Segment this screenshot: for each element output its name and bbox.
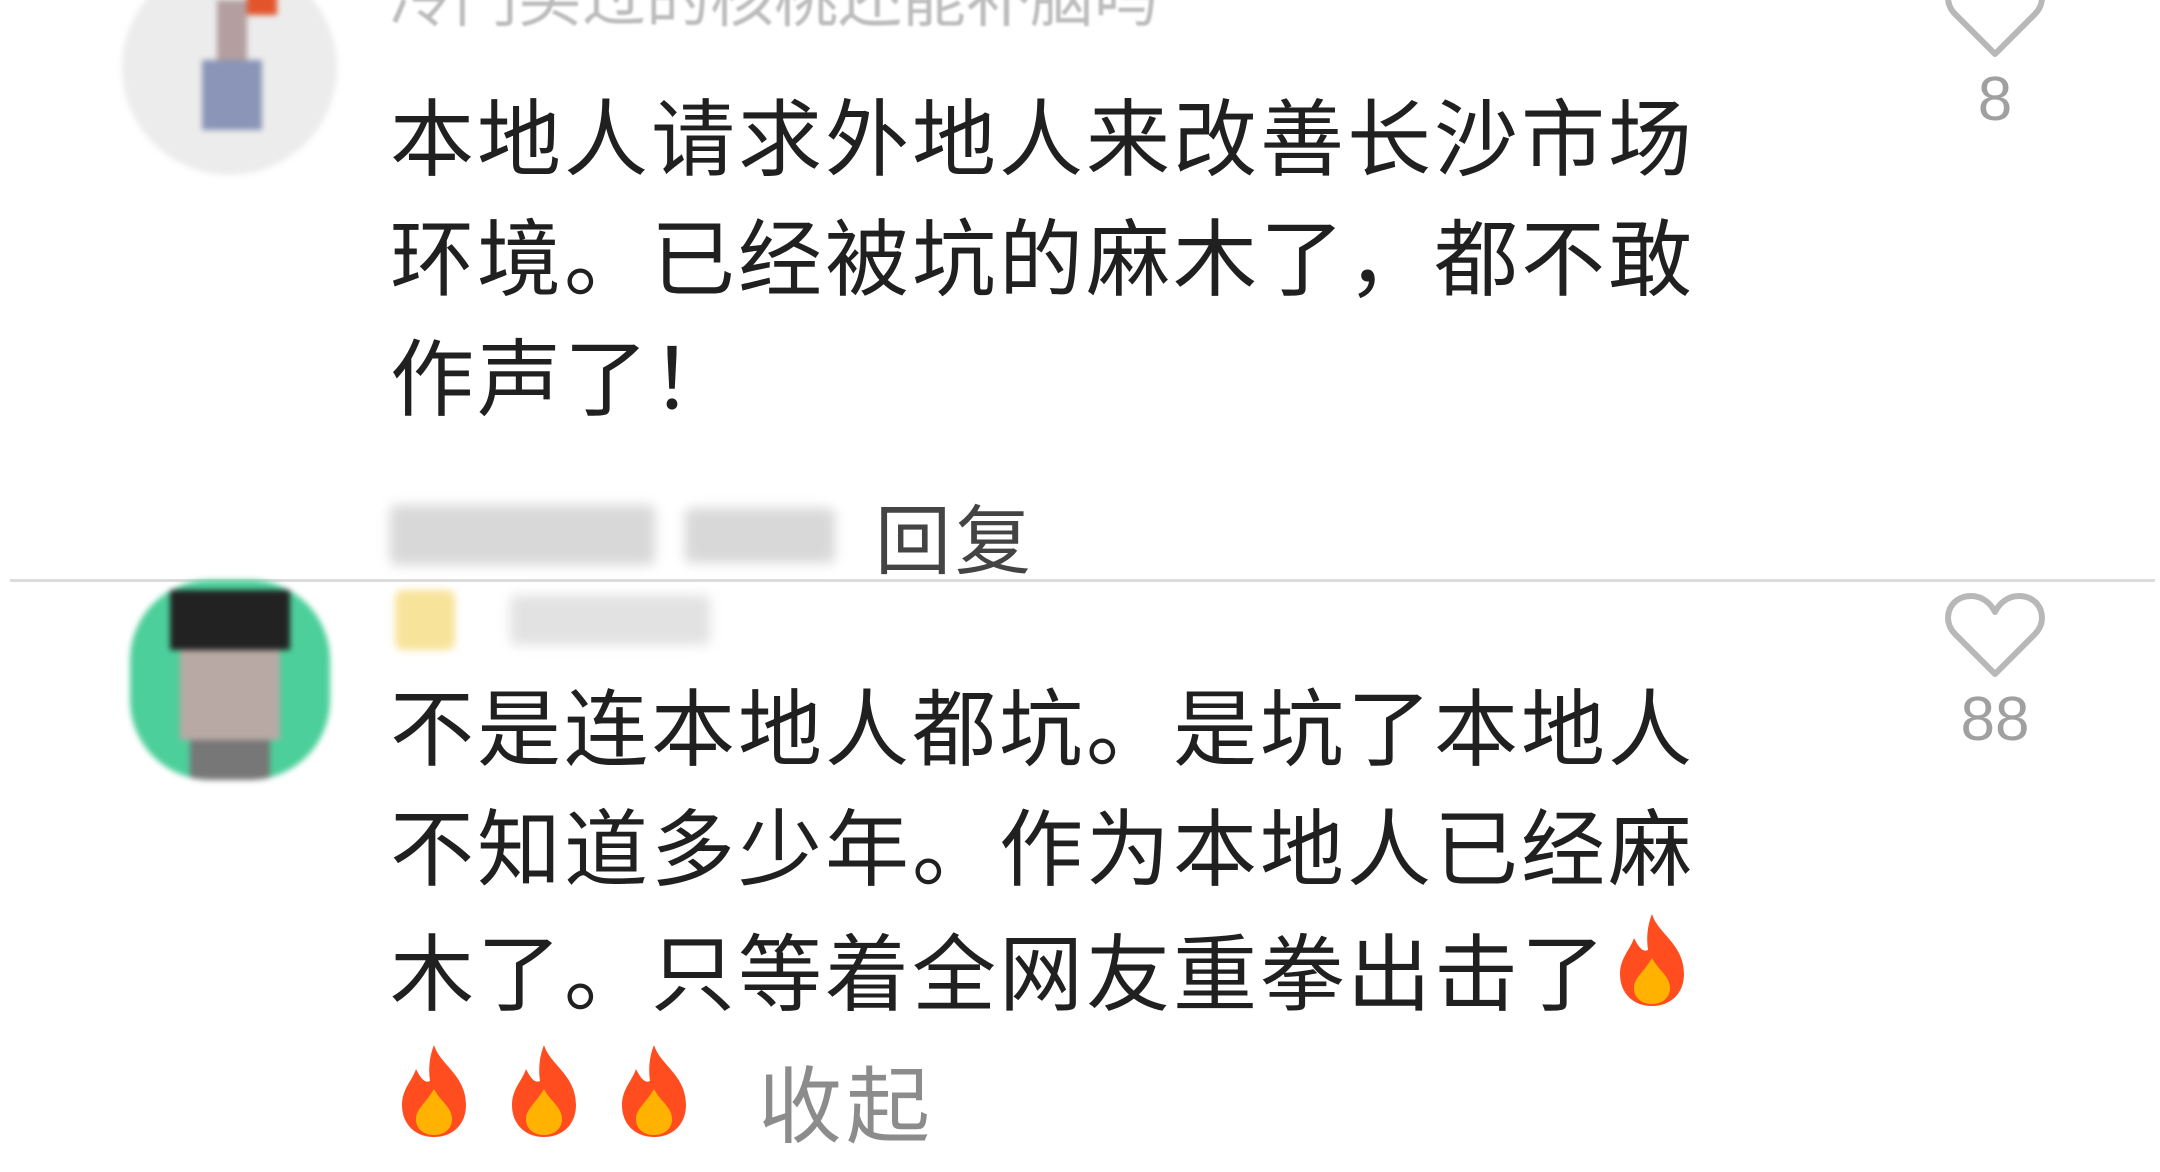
avatar[interactable] bbox=[122, 0, 337, 175]
collapse-button[interactable]: 收起 bbox=[758, 1047, 934, 1167]
comment-line: 不知道多少年。作为本地人已经麻 bbox=[390, 801, 1696, 899]
comment-actions: 回复 bbox=[390, 490, 1035, 586]
reply-button[interactable]: 回复 bbox=[875, 480, 1035, 590]
comment-line: 本地人请求外地人来改善长沙市场 bbox=[390, 91, 1696, 189]
fire-emoji bbox=[1608, 910, 1696, 1041]
comment-line: 环境。已经被坑的麻木了，都不敢 bbox=[390, 211, 1696, 309]
like-count: 88 bbox=[1960, 685, 2030, 754]
comment-item: 冷门买过的核桃还能补脑吗 本地人请求外地人来改善长沙市场 环境。已经被坑的麻木了… bbox=[0, 0, 2160, 586]
timestamp-redacted bbox=[390, 505, 655, 565]
heart-outline-icon bbox=[1945, 0, 2045, 57]
comment-meta: 冷门买过的核桃还能补脑吗 bbox=[390, 0, 1158, 37]
fire-emoji bbox=[610, 1041, 698, 1172]
comment-item: 不是连本地人都坑。是坑了本地人 不知道多少年。作为本地人已经麻 木了。只等着全网… bbox=[0, 580, 2160, 1156]
comment-text: 本地人请求外地人来改善长沙市场 环境。已经被坑的麻木了，都不敢 作声了！ bbox=[390, 80, 1770, 440]
username-redacted bbox=[510, 595, 710, 645]
location-redacted bbox=[685, 507, 835, 563]
avatar[interactable] bbox=[130, 580, 330, 780]
comment-text: 不是连本地人都坑。是坑了本地人 不知道多少年。作为本地人已经麻 木了。只等着全网… bbox=[390, 670, 1770, 1172]
comment-line: 作声了！ bbox=[390, 331, 739, 429]
heart-outline-icon bbox=[1945, 593, 2045, 677]
comment-line: 木了。只等着全网友重拳出击了 bbox=[390, 910, 1770, 1041]
comment-line: 不是连本地人都坑。是坑了本地人 bbox=[390, 681, 1696, 779]
like-count: 8 bbox=[1977, 65, 2013, 134]
like-button[interactable]: 88 bbox=[1940, 590, 2050, 755]
fire-emoji bbox=[500, 1041, 588, 1172]
comment-list: 冷门买过的核桃还能补脑吗 本地人请求外地人来改善长沙市场 环境。已经被坑的麻木了… bbox=[0, 0, 2160, 1156]
fire-emoji bbox=[390, 1041, 478, 1172]
user-badge-redacted bbox=[395, 590, 455, 650]
comment-line: 收起 bbox=[390, 1041, 1770, 1172]
like-button[interactable]: 8 bbox=[1940, 0, 2050, 135]
